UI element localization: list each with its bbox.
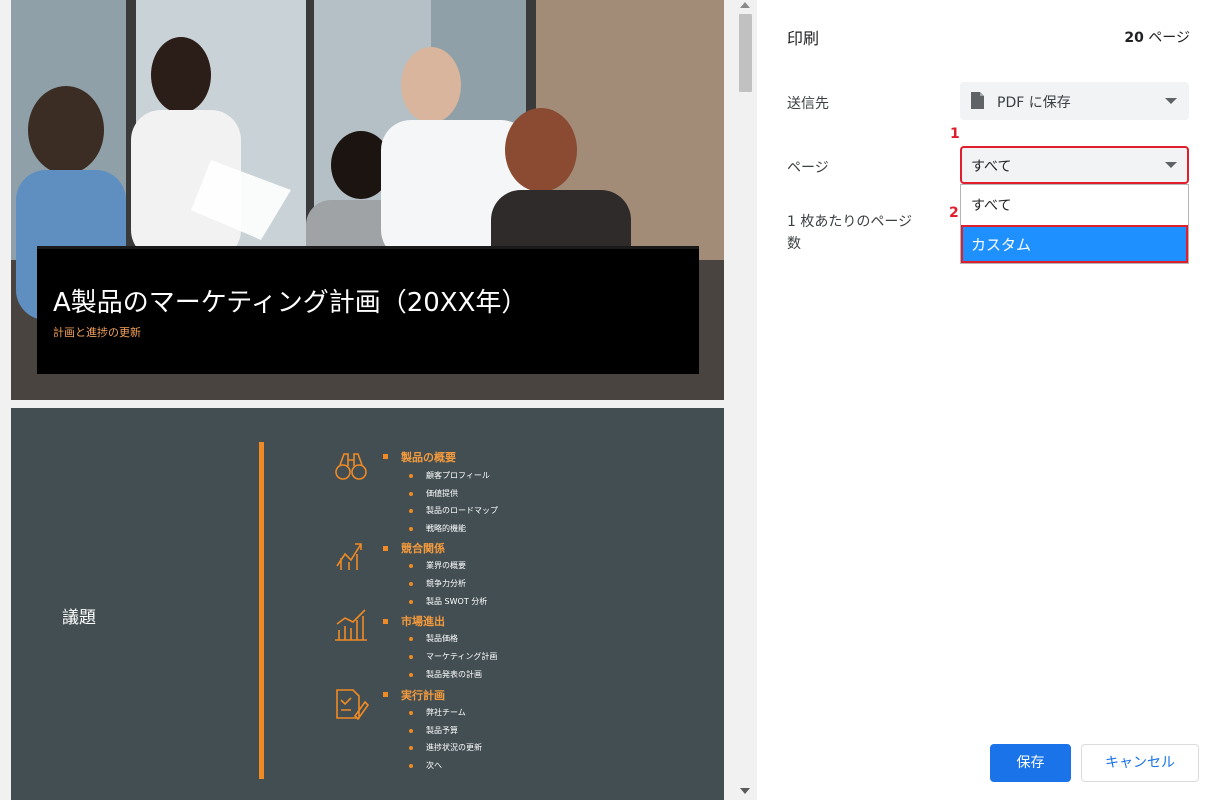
item-bullet: [409, 492, 413, 496]
item-bullet: [409, 582, 413, 586]
slide-title-band: A製品のマーケティング計画（20XX年） 計画と進捗の更新: [37, 246, 699, 374]
section-heading: 競合関係: [401, 542, 445, 555]
chevron-down-icon: [1165, 98, 1177, 104]
page-count-unit: ページ: [1143, 30, 1190, 46]
pages-per-sheet-label-line1: 1 枚あたりのページ: [787, 214, 913, 230]
section-bullet: [383, 619, 388, 624]
agenda-item: 製品予算: [426, 726, 458, 735]
item-bullet: [409, 711, 413, 715]
callout-1: 1: [950, 126, 960, 142]
slide-subtitle: 計画と進捗の更新: [53, 326, 141, 339]
option-label: すべて: [971, 198, 1012, 214]
item-bullet: [409, 600, 413, 604]
agenda-item: 弊社チーム: [426, 708, 466, 717]
section-heading: 製品の概要: [401, 451, 456, 464]
pages-label: ページ: [787, 160, 829, 176]
item-bullet: [409, 729, 413, 733]
section-bullet: [383, 454, 388, 459]
print-preview: A製品のマーケティング計画（20XX年） 計画と進捗の更新 議題 製品の概要 顧…: [0, 0, 757, 800]
preview-scrollbar[interactable]: [736, 0, 755, 800]
agenda-item: 競争力分析: [426, 579, 466, 588]
section-heading: 実行計画: [401, 689, 445, 702]
callout-2: 2: [949, 205, 959, 221]
print-settings-panel: 印刷 20 ページ 送信先 PDF に保存 1 ページ すべて 1 枚あたりのペ…: [757, 0, 1216, 800]
agenda-item: 製品のロードマップ: [426, 506, 498, 515]
binoculars-icon: [335, 453, 367, 480]
agenda-label: 議題: [62, 608, 96, 628]
item-bullet: [409, 655, 413, 659]
item-bullet: [409, 764, 413, 768]
agenda-item: 製品価格: [426, 634, 458, 643]
section-heading: 市場進出: [401, 615, 445, 628]
destination-value: PDF に保存: [997, 95, 1071, 111]
item-bullet: [409, 474, 413, 478]
item-bullet: [409, 509, 413, 513]
document-pen-icon: [336, 689, 369, 721]
divider-bar: [259, 442, 264, 779]
agenda-item: 価値提供: [426, 489, 458, 498]
file-icon: [971, 92, 984, 109]
agenda-item: 戦略的機能: [426, 524, 466, 533]
pages-value: すべて: [971, 159, 1012, 175]
agenda-item: マーケティング計画: [426, 652, 498, 661]
item-bullet: [409, 527, 413, 531]
print-dialog: A製品のマーケティング計画（20XX年） 計画と進捗の更新 議題 製品の概要 顧…: [0, 0, 1216, 800]
agenda-item: 次へ: [426, 761, 442, 770]
scrollbar-thumb[interactable]: [739, 14, 752, 92]
scroll-down-arrow-icon[interactable]: [740, 788, 750, 794]
agenda-item: 製品発表の計画: [426, 670, 482, 679]
agenda-item: 業界の概要: [426, 561, 466, 570]
bar-chart-icon: [335, 609, 367, 641]
pages-dropdown-list: すべて カスタム: [960, 184, 1189, 264]
preview-slide-2: 議題 製品の概要 顧客プロフィール 価値提供 製品のロードマップ 戦略的機能 競…: [11, 408, 724, 800]
dropdown-option-custom[interactable]: カスタム: [961, 225, 1188, 263]
agenda-item: 製品 SWOT 分析: [426, 597, 488, 606]
item-bullet: [409, 673, 413, 677]
save-button[interactable]: 保存: [990, 744, 1071, 782]
page-count: 20 ページ: [1124, 27, 1190, 47]
pages-select[interactable]: すべて: [960, 146, 1189, 184]
cancel-button[interactable]: キャンセル: [1081, 744, 1199, 782]
dialog-title: 印刷: [787, 29, 820, 48]
destination-select[interactable]: PDF に保存: [960, 82, 1189, 120]
pages-per-sheet-label: 1 枚あたりのページ 数: [787, 211, 912, 255]
slide-title: A製品のマーケティング計画（20XX年）: [53, 288, 528, 318]
section-bullet: [383, 692, 388, 697]
chevron-down-icon: [1165, 162, 1177, 168]
option-label: カスタム: [971, 236, 1032, 254]
page-count-number: 20: [1124, 30, 1144, 46]
scroll-up-arrow-icon[interactable]: [740, 2, 750, 8]
preview-slide-1: A製品のマーケティング計画（20XX年） 計画と進捗の更新: [11, 0, 724, 400]
pages-per-sheet-label-line2: 数: [787, 236, 801, 252]
destination-label: 送信先: [787, 96, 829, 112]
section-bullet: [383, 546, 388, 551]
agenda-item: 顧客プロフィール: [426, 471, 490, 480]
dropdown-option-all[interactable]: すべて: [961, 185, 1188, 223]
growth-arrows-icon: [336, 543, 362, 570]
item-bullet: [409, 564, 413, 568]
agenda-item: 進捗状況の更新: [426, 743, 482, 752]
item-bullet: [409, 637, 413, 641]
item-bullet: [409, 746, 413, 750]
